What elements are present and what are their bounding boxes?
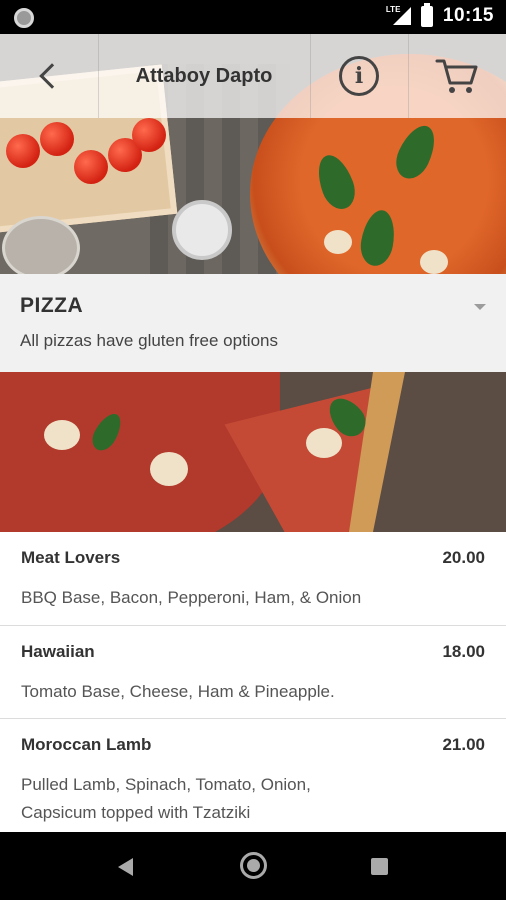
category-image — [0, 372, 506, 532]
category-mushroom — [150, 452, 188, 486]
menu-item-description: Tomato Base, Cheese, Ham & Pineapple. — [21, 682, 335, 701]
nav-back-icon[interactable] — [118, 858, 133, 876]
menu-item-description: Pulled Lamb, Spinach, Tomato, Onion, Cap… — [21, 775, 311, 822]
notification-dot-icon — [14, 8, 34, 28]
cart-icon — [435, 59, 478, 93]
system-nav-bar — [0, 832, 506, 900]
category-mushroom — [306, 428, 342, 458]
caret-down-icon[interactable] — [474, 304, 486, 310]
info-icon: i — [339, 56, 379, 96]
menu-list: Meat Lovers 20.00 BBQ Base, Bacon, Peppe… — [0, 532, 506, 834]
hero-tomato — [74, 150, 108, 184]
menu-item[interactable]: Meat Lovers 20.00 BBQ Base, Bacon, Peppe… — [0, 532, 506, 626]
cart-button[interactable] — [408, 34, 506, 118]
category-header-pizza[interactable]: PIZZA All pizzas have gluten free option… — [0, 274, 506, 372]
menu-item-description: BBQ Base, Bacon, Pepperoni, Ham, & Onion — [21, 588, 362, 607]
app-title: Attaboy Dapto — [135, 64, 273, 87]
category-pizza-slice — [0, 372, 280, 532]
hero-tomato — [132, 118, 166, 152]
hero-tomato — [40, 122, 74, 156]
nav-recents-icon[interactable] — [371, 858, 388, 875]
menu-item[interactable]: Hawaiian 18.00 Tomato Base, Cheese, Ham … — [0, 626, 506, 719]
menu-item-price: 21.00 — [442, 735, 485, 754]
back-button[interactable] — [0, 34, 98, 118]
category-mushroom — [44, 420, 80, 450]
chevron-left-icon — [39, 63, 65, 89]
menu-item[interactable]: Moroccan Lamb 21.00 Pulled Lamb, Spinach… — [0, 719, 506, 834]
hero-tomato — [6, 134, 40, 168]
nav-home-icon[interactable] — [240, 852, 267, 879]
battery-icon — [420, 2, 433, 27]
hero-mushroom — [420, 250, 448, 274]
info-button[interactable]: i — [310, 34, 408, 118]
menu-item-price: 18.00 — [442, 642, 485, 661]
lte-signal-icon: LTE — [384, 5, 411, 27]
hero-spice-bowl — [2, 216, 80, 274]
status-icons: LTE 10:15 — [384, 2, 494, 27]
hero-mushroom — [324, 230, 352, 254]
category-subtitle: All pizzas have gluten free options — [20, 331, 278, 350]
menu-item-name: Hawaiian — [21, 642, 95, 661]
app-bar: Attaboy Dapto i — [0, 34, 506, 118]
category-title: PIZZA — [20, 294, 84, 317]
menu-item-name: Moroccan Lamb — [21, 735, 152, 754]
network-label: LTE — [384, 5, 402, 14]
hero-pizza-cutter — [172, 200, 232, 260]
menu-item-name: Meat Lovers — [21, 548, 121, 567]
status-bar: LTE 10:15 — [0, 0, 506, 34]
menu-item-price: 20.00 — [442, 548, 485, 567]
status-time: 10:15 — [442, 5, 494, 26]
